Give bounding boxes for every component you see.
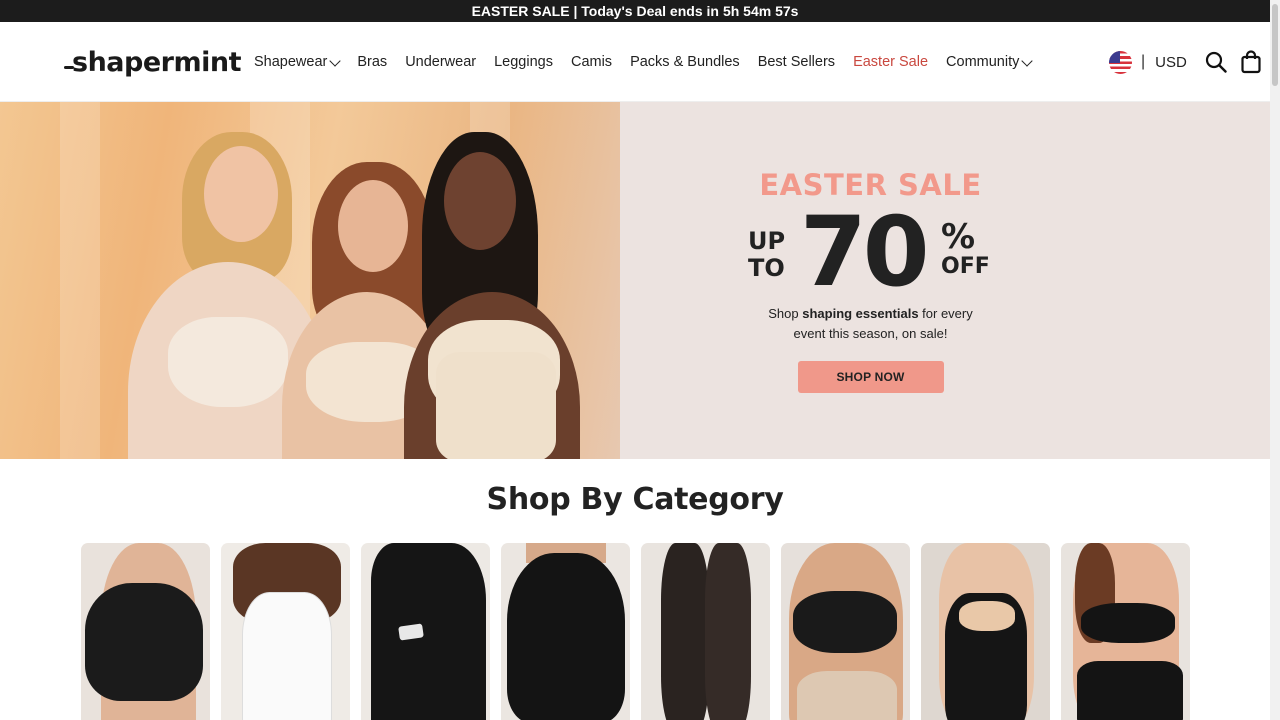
search-icon — [1205, 51, 1227, 73]
nav-item-community[interactable]: Community — [946, 54, 1034, 70]
announcement-text: EASTER SALE | Today's Deal ends in — [471, 3, 719, 19]
category-list — [81, 543, 1201, 720]
nav-label: Easter Sale — [853, 54, 929, 70]
main-nav: Shapewear Bras Underwear Leggings Camis … — [254, 22, 1049, 102]
site-header: shapermint Shapewear Bras Underwear Legg… — [0, 22, 1270, 102]
nav-item-underwear[interactable]: Underwear — [405, 54, 476, 70]
to-label: TO — [748, 254, 785, 282]
category-card-swimwear[interactable] — [1061, 543, 1190, 720]
nav-label: Bras — [357, 54, 388, 70]
hero-description: Shop shaping essentials for every event … — [748, 304, 993, 344]
hero-sub-bold: shaping essentials — [802, 306, 919, 321]
nav-item-packs-bundles[interactable]: Packs & Bundles — [630, 54, 740, 70]
currency-selector[interactable]: USD — [1155, 54, 1187, 71]
category-section-title: Shop By Category — [486, 482, 784, 517]
nav-label: Packs & Bundles — [630, 54, 740, 70]
nav-item-bras[interactable]: Bras — [357, 54, 387, 70]
nav-label: Best Sellers — [757, 54, 836, 70]
hero-banner[interactable] — [0, 102, 1270, 459]
hero-sub-line2: event this season, on sale! — [793, 326, 948, 341]
category-card-bodysuits[interactable] — [921, 543, 1050, 720]
shopping-bag-icon — [1241, 50, 1261, 74]
scrollbar-thumb[interactable] — [1272, 4, 1278, 86]
nav-label: Camis — [570, 54, 613, 70]
chevron-down-icon — [1021, 54, 1034, 67]
countdown-timer: 5h 54m 57s — [722, 3, 799, 19]
header-actions: | USD — [1109, 22, 1273, 102]
discount-lockup: UP TO 70 % OFF — [748, 196, 993, 308]
off-label: OFF — [941, 254, 990, 279]
currency-separator: | — [1141, 53, 1146, 70]
page-scrollbar[interactable] — [1270, 0, 1280, 720]
up-label: UP — [748, 227, 786, 255]
nav-label: Shapewear — [254, 54, 328, 70]
hero-sub-pre: Shop — [768, 306, 803, 321]
nav-item-shapewear[interactable]: Shapewear — [254, 54, 342, 70]
shop-now-button[interactable]: SHOP NOW — [797, 361, 944, 393]
announcement-bar: EASTER SALE | Today's Deal ends in 5h 54… — [0, 0, 1270, 22]
category-card-shapewear[interactable] — [501, 543, 630, 720]
nav-label: Underwear — [405, 54, 477, 70]
hero-sub-post: for every — [918, 306, 973, 321]
nav-label: Community — [946, 54, 1020, 70]
hero-image — [0, 102, 620, 459]
shapermint-logo[interactable]: shapermint — [64, 46, 241, 78]
logo-text: shapermint — [72, 46, 241, 78]
nav-item-camis[interactable]: Camis — [571, 54, 612, 70]
nav-item-best-sellers[interactable]: Best Sellers — [758, 54, 835, 70]
nav-item-leggings[interactable]: Leggings — [494, 54, 553, 70]
nav-label: Leggings — [494, 54, 553, 70]
category-card-tights[interactable] — [641, 543, 770, 720]
category-card-bras[interactable] — [81, 543, 210, 720]
discount-number: 70 — [800, 196, 930, 308]
chevron-down-icon — [329, 54, 342, 67]
search-button[interactable] — [1203, 49, 1229, 75]
up-to-label: UP TO — [748, 228, 785, 282]
category-card-camis[interactable] — [221, 543, 350, 720]
category-card-leggings[interactable] — [361, 543, 490, 720]
nav-item-easter-sale[interactable]: Easter Sale — [853, 54, 928, 70]
hero-promo: EASTER SALE UP TO 70 % OFF Shop shaping … — [748, 168, 993, 393]
percent-sign: % — [941, 217, 976, 257]
us-flag-icon[interactable] — [1109, 50, 1132, 74]
category-card-underwear[interactable] — [781, 543, 910, 720]
cart-button[interactable] — [1238, 49, 1264, 75]
